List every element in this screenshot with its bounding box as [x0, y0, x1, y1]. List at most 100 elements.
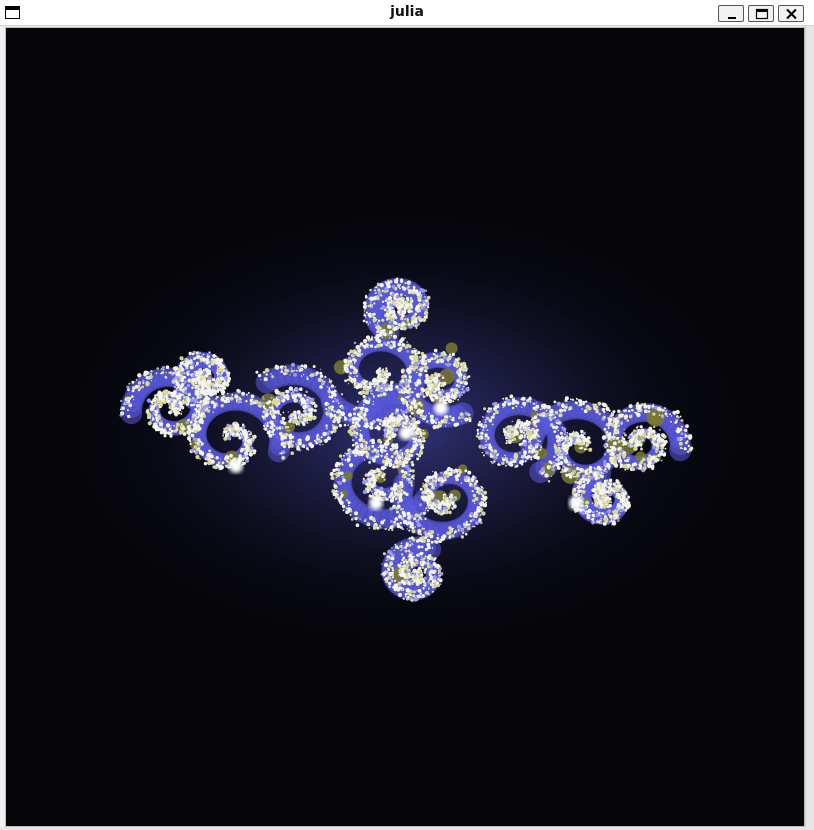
fractal-speckle — [249, 402, 253, 406]
fractal-speckle — [406, 511, 411, 516]
fractal-speckle — [288, 386, 293, 391]
fractal-speckle — [425, 507, 428, 510]
fractal-speckle — [380, 388, 385, 393]
fractal-speckle — [396, 522, 400, 526]
fractal-speckle — [192, 417, 196, 421]
fractal-speckle — [444, 363, 446, 365]
close-button[interactable] — [778, 5, 804, 22]
fractal-speckle — [450, 501, 455, 505]
fractal-speckle — [193, 445, 197, 449]
fractal-speckle — [233, 424, 238, 429]
fractal-speckle — [505, 465, 507, 467]
fractal-speckle — [308, 409, 311, 412]
fractal-speckle — [355, 426, 358, 429]
fractal-speckle — [394, 445, 399, 450]
fractal-speckle — [474, 480, 476, 483]
fractal-speckle — [419, 503, 423, 507]
fractal-speckle — [399, 346, 403, 351]
fractal-speckle — [555, 434, 560, 439]
fractal-speckle — [444, 501, 447, 503]
fractal-speckle — [251, 435, 254, 438]
fractal-speckle — [459, 373, 463, 377]
fractal-speckle — [493, 401, 498, 406]
fractal-speckle — [409, 415, 412, 418]
fractal-speckle — [340, 493, 344, 497]
fractal-speckle — [338, 462, 342, 466]
title-bar[interactable]: julia — [0, 0, 814, 26]
fractal-speckle — [247, 395, 249, 397]
fractal-speckle — [374, 345, 377, 349]
fractal-speckle — [333, 389, 337, 393]
fractal-speckle — [219, 465, 224, 470]
fractal-speckle — [368, 445, 371, 449]
fractal-speckle — [388, 430, 391, 434]
fractal-speckle — [389, 337, 391, 339]
fractal-speckle — [225, 455, 230, 460]
fractal-speckle — [390, 380, 394, 385]
fractal-speckle — [401, 341, 403, 343]
render-canvas[interactable] — [5, 27, 805, 827]
fractal-speckle — [328, 388, 331, 391]
fractal-speckle — [296, 446, 300, 451]
fractal-speckle — [424, 517, 427, 520]
fractal-speckle — [464, 532, 468, 536]
fractal-speckle — [275, 365, 280, 370]
fractal-speckle — [347, 424, 350, 426]
fractal-speckle — [538, 443, 540, 445]
fractal-speckle — [360, 384, 363, 387]
fractal-speckle — [410, 364, 414, 369]
fractal-speckle — [401, 479, 403, 481]
fractal-speckle — [382, 472, 386, 476]
fractal-speckle — [431, 476, 433, 478]
fractal-speckle — [484, 436, 488, 441]
fractal-speckle — [378, 422, 382, 425]
fractal-speckle — [462, 385, 465, 388]
fractal-speckle — [381, 336, 384, 339]
fractal-speckle — [353, 412, 356, 416]
fractal-speckle — [234, 393, 237, 396]
fractal-speckle — [394, 450, 398, 454]
fractal-speckle — [182, 432, 184, 434]
fractal-speckle — [349, 513, 352, 516]
fractal-speckle — [378, 453, 380, 456]
fractal-speckle — [258, 404, 262, 408]
fractal-speckle — [371, 446, 374, 449]
fractal-speckle — [469, 512, 474, 516]
fractal-speckle — [402, 387, 405, 389]
fractal-speckle — [213, 457, 216, 459]
fractal-speckle — [126, 385, 130, 389]
fractal-speckle — [511, 439, 514, 442]
fractal-speckle — [478, 518, 482, 522]
fractal-speckle — [416, 409, 421, 415]
fractal-speckle — [369, 344, 371, 347]
fractal-speckle — [283, 394, 288, 399]
fractal-speckle — [347, 412, 352, 417]
minimize-button[interactable] — [718, 5, 744, 22]
fractal-speckle — [453, 470, 456, 474]
fractal-speckle — [341, 470, 343, 473]
fractal-speckle — [126, 409, 129, 412]
fractal-speckle — [444, 399, 447, 401]
fractal-speckle — [386, 432, 388, 434]
fractal-speckle — [302, 374, 305, 376]
fractal-speckle — [416, 407, 419, 410]
fractal-speckle — [449, 415, 452, 418]
fractal-speckle — [323, 438, 328, 443]
fractal-speckle — [418, 372, 422, 377]
fractal-speckle — [284, 432, 288, 437]
fractal-speckle — [559, 408, 563, 413]
fractal-speckle — [131, 380, 135, 384]
fractal-speckle — [367, 397, 371, 400]
fractal-speckle — [184, 382, 186, 384]
fractal-speckle — [405, 512, 407, 514]
fractal-speckle — [553, 400, 557, 404]
fractal-speckle — [451, 527, 454, 530]
fractal-speckle — [238, 396, 241, 399]
maximize-button[interactable] — [748, 5, 774, 22]
fractal-speckle — [536, 413, 539, 416]
fractal-speckle — [616, 436, 619, 440]
fractal-speckle — [397, 501, 400, 504]
fractal-speckle — [546, 405, 551, 410]
fractal-speckle — [393, 491, 398, 495]
fractal-speckle — [153, 422, 158, 427]
